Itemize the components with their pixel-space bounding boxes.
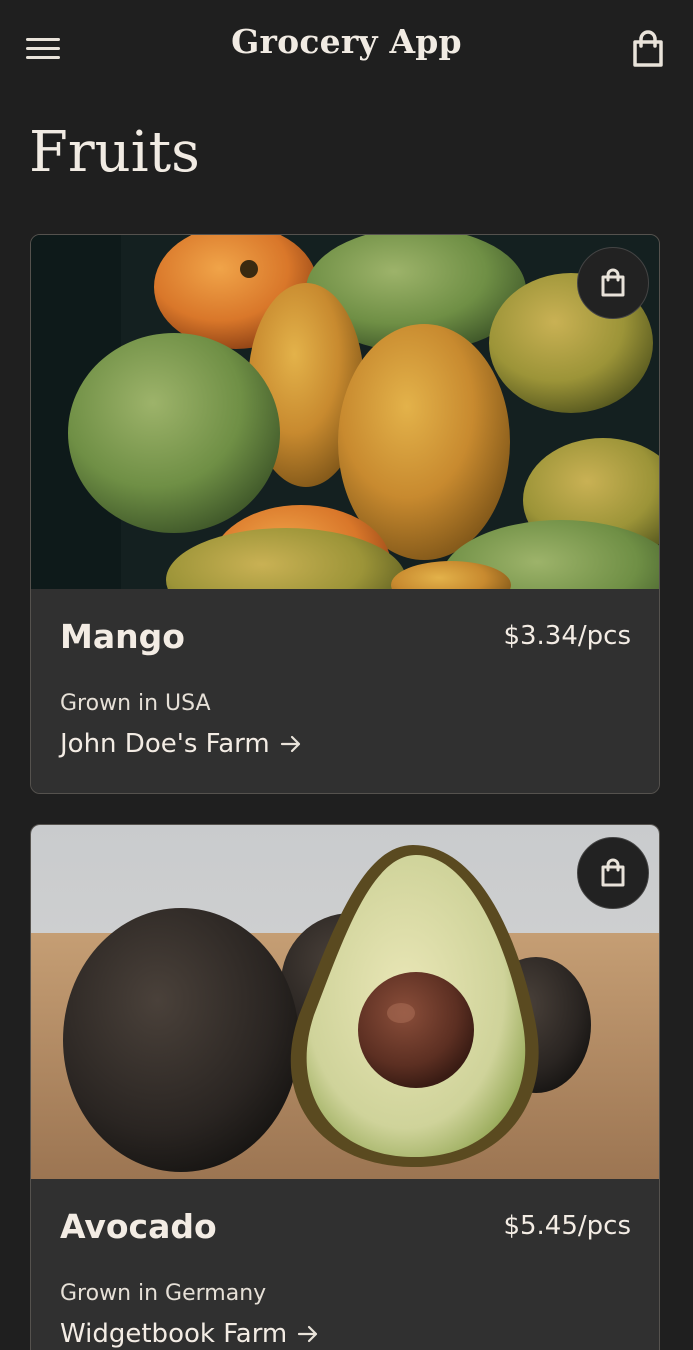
avocados-photo — [31, 825, 659, 1179]
page-title: Fruits — [29, 120, 200, 185]
farm-link-label: Widgetbook Farm — [60, 1319, 288, 1349]
mangoes-photo — [31, 235, 659, 589]
app-screen: Grocery App Fruits Mango $3.34/pcs Grown… — [0, 0, 693, 1350]
shopping-bag-icon[interactable] — [628, 30, 668, 70]
product-name: Mango — [60, 617, 185, 656]
product-origin: Grown in USA — [60, 691, 211, 716]
shopping-bag-icon — [601, 858, 625, 887]
product-card-mango[interactable]: Mango $3.34/pcs Grown in USA John Doe's … — [30, 234, 660, 794]
product-price: $3.34/pcs — [503, 621, 631, 651]
product-card-avocado[interactable]: Avocado $5.45/pcs Grown in Germany Widge… — [30, 824, 660, 1350]
add-to-cart-button[interactable] — [577, 247, 649, 319]
app-title: Grocery App — [231, 22, 462, 61]
arrow-right-icon — [298, 1325, 318, 1343]
product-price: $5.45/pcs — [503, 1211, 631, 1241]
product-info: Avocado $5.45/pcs Grown in Germany Widge… — [31, 1179, 659, 1350]
farm-link[interactable]: Widgetbook Farm — [60, 1319, 319, 1349]
product-info: Mango $3.34/pcs Grown in USA John Doe's … — [31, 589, 659, 793]
farm-link[interactable]: John Doe's Farm — [60, 729, 302, 759]
product-origin: Grown in Germany — [60, 1281, 267, 1306]
shopping-bag-icon — [601, 268, 625, 297]
top-app-bar: Grocery App — [0, 0, 693, 96]
product-name: Avocado — [60, 1207, 217, 1246]
add-to-cart-button[interactable] — [577, 837, 649, 909]
farm-link-label: John Doe's Farm — [60, 729, 270, 759]
arrow-right-icon — [280, 735, 300, 753]
